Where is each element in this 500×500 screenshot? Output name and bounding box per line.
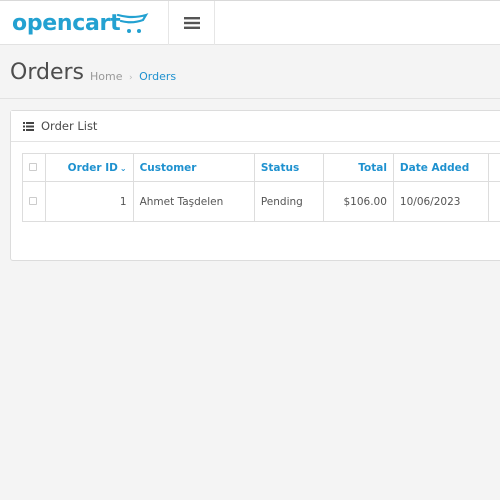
breadcrumb-home-link[interactable]: Home	[90, 70, 122, 83]
sort-chevron-icon: ⌄	[119, 163, 127, 173]
cell-action	[488, 181, 500, 222]
page-title: Orders	[10, 60, 84, 85]
table-header-row: Order ID ⌄ Customer Status Total Date Add…	[22, 153, 500, 182]
breadcrumb: Home › Orders	[90, 70, 176, 83]
top-header: opencart	[0, 0, 500, 45]
menu-toggle-button[interactable]	[168, 1, 215, 45]
column-action	[488, 153, 500, 182]
panel-heading: Order List	[11, 111, 500, 142]
column-order-id-label: Order ID	[67, 161, 118, 174]
column-status[interactable]: Status	[253, 153, 325, 182]
column-customer[interactable]: Customer	[132, 153, 255, 182]
breadcrumb-orders-link[interactable]: Orders	[139, 70, 176, 83]
cell-status: Pending	[253, 181, 325, 222]
row-checkbox[interactable]	[29, 196, 37, 205]
list-icon	[23, 121, 34, 131]
order-list-panel: Order List Order ID ⌄ Customer Status Tot…	[10, 110, 500, 261]
orders-table: Order ID ⌄ Customer Status Total Date Add…	[22, 153, 500, 222]
panel-title: Order List	[41, 119, 98, 133]
cell-total: $106.00	[323, 181, 394, 222]
logo-text: opencart	[12, 11, 121, 36]
cell-order-id: 1	[44, 181, 134, 222]
select-all-cell	[22, 153, 46, 182]
hamburger-icon	[183, 17, 200, 29]
page-header: Orders Home › Orders	[0, 46, 500, 99]
column-date-added[interactable]: Date Added	[392, 153, 490, 182]
cart-icon	[116, 13, 149, 33]
cell-date-added: 10/06/2023	[392, 181, 490, 222]
column-order-id[interactable]: Order ID ⌄	[44, 153, 134, 182]
column-total[interactable]: Total	[323, 153, 394, 182]
breadcrumb-separator: ›	[128, 73, 133, 83]
select-all-checkbox[interactable]	[29, 162, 37, 171]
table-row: 1 Ahmet Taşdelen Pending $106.00 10/06/2…	[22, 181, 500, 222]
cell-customer: Ahmet Taşdelen	[132, 181, 255, 222]
row-select-cell	[22, 181, 46, 222]
